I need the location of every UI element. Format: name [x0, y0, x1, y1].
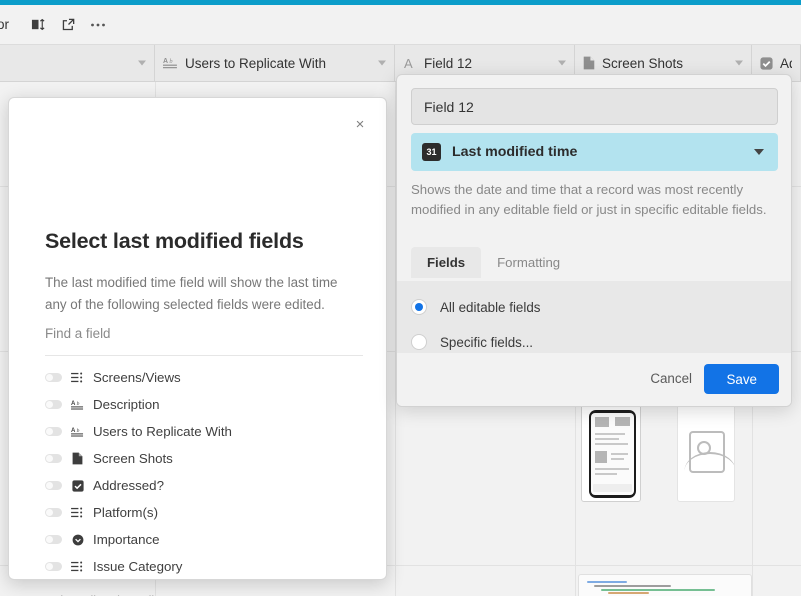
field-toggle[interactable] — [45, 400, 62, 409]
tab-formatting[interactable]: Formatting — [481, 247, 576, 278]
field-type-select[interactable]: 31 Last modified time — [411, 133, 778, 171]
field-config-panel: Field 12 31 Last modified time Shows the… — [396, 74, 792, 407]
field-toggle[interactable] — [45, 454, 62, 463]
config-tabs: Fields Formatting — [411, 247, 576, 278]
field-toggle[interactable] — [45, 427, 62, 436]
panel-footer: Cancel Save — [397, 353, 791, 406]
chevron-down-icon[interactable] — [378, 60, 386, 66]
svg-text:b: b — [169, 58, 173, 65]
chevron-down-icon[interactable] — [558, 60, 566, 66]
field-list: Screens/Views Ab Description Ab Users to Rep… — [45, 364, 365, 580]
field-type-label: Last modified time — [452, 144, 578, 160]
long-text-icon: Ab — [71, 399, 84, 411]
toolbar-truncated-label: lor — [0, 17, 10, 32]
field-list-item-label: Issue Category — [93, 559, 183, 574]
attachment-icon — [583, 56, 595, 70]
app-root: lor Ab Users to Replicate With A Field 12 Sc… — [0, 0, 801, 596]
share-export-icon[interactable] — [53, 10, 83, 40]
field-list-item[interactable]: Screens/Views — [45, 364, 365, 391]
field-toggle[interactable] — [45, 373, 62, 382]
field-list-item[interactable]: Ab Description — [45, 391, 365, 418]
close-icon[interactable]: × — [351, 115, 369, 133]
radio-selected-icon — [411, 299, 427, 315]
field-name-input[interactable]: Field 12 — [411, 88, 778, 125]
multi-select-icon — [71, 507, 84, 518]
column-header-label: Screen Shots — [602, 55, 684, 71]
field-list-item-label: Users to Replicate With — [93, 424, 232, 439]
field-list-item-label: Importance — [93, 532, 160, 547]
attachment-thumbnail-code[interactable] — [578, 574, 752, 596]
attachment-icon — [71, 452, 84, 465]
long-text-icon: Ab — [163, 56, 178, 70]
checkbox-icon — [760, 56, 773, 70]
field-list-item-label: Screen Shots — [93, 451, 173, 466]
last-modified-time-icon: 31 — [422, 143, 441, 161]
radio-label: All editable fields — [440, 299, 541, 315]
radio-all-editable-fields[interactable]: All editable fields — [411, 299, 541, 315]
svg-text:b: b — [77, 401, 80, 407]
attachment-thumbnail-placeholder[interactable] — [677, 404, 735, 502]
more-options-icon[interactable] — [83, 10, 113, 40]
svg-text:A: A — [71, 401, 76, 407]
multi-select-icon — [71, 561, 84, 572]
editable-fields-radio-group: All editable fields Specific fields... — [397, 281, 791, 353]
column-header-label: Users to Replicate With — [185, 55, 327, 71]
image-placeholder-icon — [684, 431, 734, 473]
svg-text:A: A — [71, 428, 76, 434]
field-list-item[interactable]: Importance — [45, 526, 365, 553]
attachment-thumbnail-phone[interactable] — [581, 404, 641, 502]
field-list-item-label: Platform(s) — [93, 505, 159, 520]
radio-specific-fields[interactable]: Specific fields... — [411, 334, 533, 350]
column-header-untitled-0[interactable] — [0, 45, 155, 81]
single-select-icon — [71, 534, 84, 546]
tab-fields[interactable]: Fields — [411, 247, 482, 278]
column-header-label: Add — [780, 55, 792, 71]
dialog-description: The last modified time field will show t… — [45, 275, 338, 312]
field-toggle[interactable] — [45, 562, 62, 571]
multi-select-icon — [71, 372, 84, 383]
radio-unselected-icon — [411, 334, 427, 350]
field-list-item[interactable]: Screen Shots — [45, 445, 365, 472]
svg-text:A: A — [163, 58, 168, 65]
field-toggle[interactable] — [45, 481, 62, 490]
chevron-down-icon[interactable] — [735, 60, 743, 66]
field-type-description: Shows the date and time that a record wa… — [411, 182, 767, 217]
chevron-down-icon[interactable] — [138, 60, 146, 66]
field-list-item[interactable]: Ab Users to Replicate With — [45, 418, 365, 445]
field-list-item[interactable]: Platform(s) — [45, 499, 365, 526]
field-toggle[interactable] — [45, 508, 62, 517]
long-text-icon: Ab — [71, 426, 84, 438]
svg-text:b: b — [77, 428, 80, 434]
field-list-item-label: Description — [93, 397, 160, 412]
find-a-field-input[interactable]: Find a field — [45, 326, 363, 356]
field-list-item[interactable]: Issue Category — [45, 553, 365, 580]
svg-text:A: A — [404, 56, 413, 70]
field-list-item-label: Screens/Views — [93, 370, 181, 385]
toolbar: lor — [0, 5, 801, 44]
column-header-users-to-replicate-with[interactable]: Ab Users to Replicate With — [155, 45, 395, 81]
single-line-text-icon: A — [403, 56, 417, 70]
column-header-label: Field 12 — [424, 55, 473, 71]
phone-screenshot — [589, 410, 636, 498]
field-list-item[interactable]: Addressed? — [45, 472, 365, 499]
row-height-icon[interactable] — [23, 10, 53, 40]
select-last-modified-fields-dialog: × Select last modified fields The last m… — [8, 97, 387, 596]
field-toggle[interactable] — [45, 535, 62, 544]
dialog-title: Select last modified fields — [45, 229, 304, 253]
cancel-button[interactable]: Cancel — [650, 371, 692, 386]
radio-label: Specific fields... — [440, 334, 534, 350]
save-button[interactable]: Save — [704, 364, 779, 394]
chevron-down-icon — [754, 149, 764, 155]
checkbox-icon — [71, 479, 84, 492]
field-list-item-label: Addressed? — [93, 478, 164, 493]
